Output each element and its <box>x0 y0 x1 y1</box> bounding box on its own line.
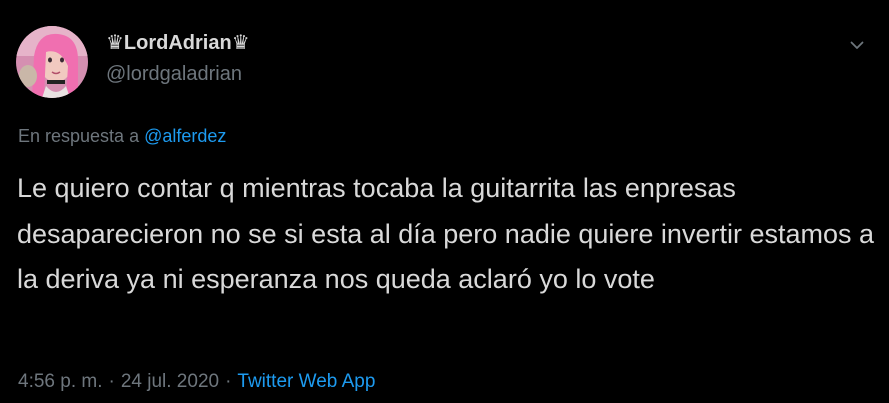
tweet-meta: 4:56 p. m. · 24 jul. 2020 · Twitter Web App <box>18 369 375 395</box>
reply-prefix: En respuesta a <box>18 126 140 146</box>
tweet-date[interactable]: 24 jul. 2020 <box>121 371 219 392</box>
author-block: ♛LordAdrian♛ @lordgaladrian <box>106 30 250 87</box>
author-handle[interactable]: @lordgaladrian <box>106 61 250 87</box>
author-display-name[interactable]: ♛LordAdrian♛ <box>106 30 250 56</box>
more-options-button[interactable] <box>845 33 869 57</box>
chevron-down-icon <box>850 41 864 49</box>
tweet-time[interactable]: 4:56 p. m. <box>18 371 103 392</box>
avatar[interactable] <box>16 26 88 98</box>
reply-to-link[interactable]: @alferdez <box>144 126 226 146</box>
meta-separator: · <box>225 371 232 392</box>
profile-avatar-icon <box>16 26 88 98</box>
tweet-text: Le quiero contar q mientras tocaba la gu… <box>17 173 874 294</box>
reply-context: En respuesta a @alferdez <box>18 124 226 148</box>
source-app-link[interactable]: Twitter Web App <box>237 371 375 392</box>
tweet-card: ♛LordAdrian♛ @lordgaladrian En respuesta… <box>0 0 889 403</box>
meta-separator: · <box>108 371 115 392</box>
